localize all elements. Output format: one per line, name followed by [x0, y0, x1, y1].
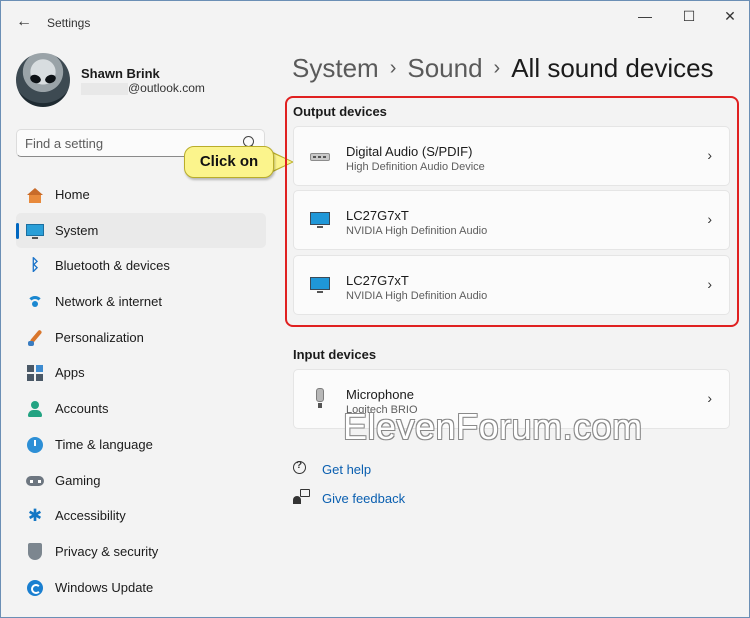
- sidebar-item-home[interactable]: Home: [16, 177, 266, 213]
- user-name: Shawn Brink: [81, 66, 160, 81]
- breadcrumb: System › Sound › All sound devices: [292, 53, 714, 84]
- avatar-eye: [43, 73, 58, 85]
- get-help-link[interactable]: Get help: [322, 462, 371, 477]
- apps-icon-tile: [27, 365, 34, 373]
- breadcrumb-separator: ›: [493, 57, 501, 79]
- avatar-eye: [28, 73, 43, 85]
- clock-globe-icon: [26, 436, 44, 454]
- apps-icon-tile: [36, 374, 43, 382]
- apps-icon-tile: [27, 374, 34, 382]
- spdif-icon: [310, 148, 330, 164]
- give-feedback-link[interactable]: Give feedback: [322, 491, 405, 506]
- home-icon: [26, 186, 44, 204]
- output-device-card[interactable]: LC27G7xT NVIDIA High Definition Audio ›: [293, 255, 730, 315]
- accessibility-icon: ✱: [27, 506, 43, 526]
- sidebar-item-time-language[interactable]: Time & language: [16, 427, 266, 463]
- sidebar-item-label: Bluetooth & devices: [55, 258, 170, 274]
- help-icon: [293, 460, 309, 477]
- sidebar-item-privacy[interactable]: Privacy & security: [16, 534, 266, 570]
- sidebar-item-system[interactable]: System: [16, 212, 266, 249]
- chevron-right-icon: ›: [707, 390, 712, 406]
- input-devices-heading: Input devices: [293, 347, 377, 362]
- monitor-icon: [310, 277, 330, 293]
- bluetooth-icon: ᛒ: [30, 257, 40, 275]
- title-bar: ← Settings — ☐ ✕: [1, 1, 749, 45]
- breadcrumb-sound[interactable]: Sound: [407, 53, 482, 83]
- sidebar-item-bluetooth[interactable]: ᛒ Bluetooth & devices: [16, 248, 266, 284]
- settings-window: ← Settings — ☐ ✕ Shawn Brink @outlook.co…: [0, 0, 750, 618]
- sidebar-item-label: Home: [55, 187, 90, 202]
- gamepad-icon: [26, 472, 44, 490]
- sidebar-item-personalization[interactable]: Personalization: [16, 320, 266, 356]
- breadcrumb-system[interactable]: System: [292, 53, 379, 83]
- device-name: Digital Audio (S/PDIF): [346, 144, 473, 159]
- sidebar-item-label: Personalization: [55, 329, 144, 345]
- feedback-icon: [293, 489, 310, 505]
- system-icon: [26, 222, 44, 240]
- apps-icon-tile: [36, 365, 43, 373]
- microphone-icon: [310, 388, 330, 408]
- device-description: High Definition Audio Device: [346, 161, 485, 173]
- watermark: ElevenForum.com: [343, 406, 643, 447]
- sidebar-item-accounts[interactable]: Accounts: [16, 391, 266, 427]
- sidebar-item-label: Network & internet: [55, 294, 162, 310]
- user-email: @outlook.com: [128, 81, 205, 95]
- monitor-icon: [310, 212, 330, 228]
- shield-icon: [26, 542, 44, 561]
- output-device-card[interactable]: Digital Audio (S/PDIF) High Definition A…: [293, 126, 730, 186]
- device-name: LC27G7xT: [346, 273, 409, 288]
- account-icon: [26, 400, 44, 418]
- sidebar-item-label: Accessibility: [55, 508, 126, 524]
- sidebar-item-accessibility[interactable]: ✱ Accessibility: [16, 498, 266, 534]
- breadcrumb-separator: ›: [389, 57, 397, 79]
- sidebar-nav: Home System ᛒ Bluetooth & devices Networ…: [16, 177, 266, 605]
- sidebar-item-apps[interactable]: Apps: [16, 355, 266, 391]
- sidebar-item-label: System: [55, 222, 99, 238]
- back-button[interactable]: ←: [15, 13, 33, 31]
- minimize-button[interactable]: —: [627, 7, 663, 25]
- apps-icon: [26, 364, 44, 382]
- device-description: NVIDIA High Definition Audio: [346, 225, 488, 237]
- page-title: All sound devices: [511, 53, 714, 83]
- chevron-right-icon: ›: [707, 147, 712, 163]
- app-title: Settings: [47, 16, 91, 30]
- sidebar-item-network[interactable]: Network & internet: [16, 284, 266, 320]
- sidebar-item-gaming[interactable]: Gaming: [16, 463, 266, 499]
- email-redaction: [81, 83, 128, 95]
- sidebar-item-label: Windows Update: [55, 579, 154, 595]
- sidebar-item-label: Accounts: [55, 401, 109, 417]
- sidebar-item-windows-update[interactable]: Windows Update: [16, 570, 266, 606]
- sidebar-item-label: Gaming: [55, 472, 101, 488]
- sidebar-item-label: Apps: [55, 365, 85, 381]
- wifi-icon: [26, 293, 44, 311]
- output-device-card[interactable]: LC27G7xT NVIDIA High Definition Audio ›: [293, 190, 730, 250]
- chevron-right-icon: ›: [707, 211, 712, 227]
- avatar[interactable]: [16, 53, 70, 107]
- brush-icon: [26, 329, 44, 347]
- chevron-right-icon: ›: [707, 276, 712, 292]
- update-icon: [26, 579, 44, 597]
- device-name: LC27G7xT: [346, 208, 409, 223]
- sidebar-item-label: Time & language: [55, 436, 153, 452]
- device-name: Microphone: [346, 387, 414, 402]
- close-button[interactable]: ✕: [712, 7, 748, 25]
- sidebar-item-label: Privacy & security: [55, 543, 159, 559]
- maximize-button[interactable]: ☐: [671, 7, 707, 25]
- callout-label: Click on: [184, 146, 274, 178]
- device-description: NVIDIA High Definition Audio: [346, 290, 488, 302]
